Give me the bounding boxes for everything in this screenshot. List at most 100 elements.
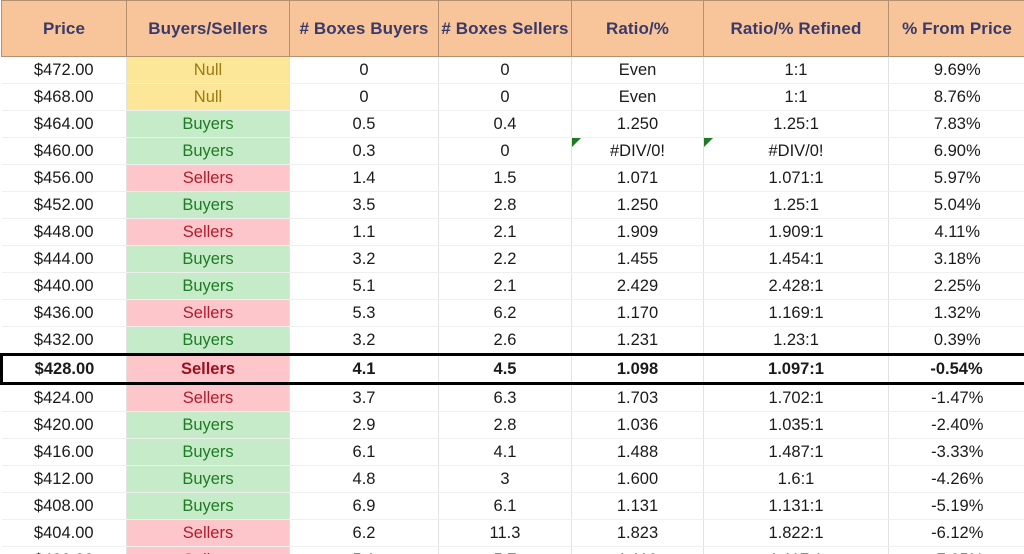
cell-pct-from-price[interactable]: 5.97% (888, 164, 1024, 192)
column-header-ratio[interactable]: Ratio/% (571, 0, 704, 57)
cell-buyers-sellers[interactable]: Buyers (126, 492, 290, 520)
cell-price[interactable]: $412.00 (1, 465, 127, 493)
cell-price[interactable]: $424.00 (1, 383, 127, 412)
cell-pct-from-price[interactable]: -7.05% (888, 546, 1024, 554)
cell-price[interactable]: $464.00 (1, 110, 127, 138)
cell-price[interactable]: $448.00 (1, 218, 127, 246)
cell-price[interactable]: $404.00 (1, 519, 127, 547)
cell-pct-from-price[interactable]: 8.76% (888, 83, 1024, 111)
cell-buyers-sellers[interactable]: Sellers (126, 353, 290, 385)
cell-pct-from-price[interactable]: -0.54% (888, 353, 1024, 385)
table-row[interactable]: $404.00 Sellers 6.2 11.3 1.823 1.822:1 -6.12% (1, 519, 1024, 547)
cell-buyers-sellers[interactable]: Buyers (126, 465, 290, 493)
cell-buyers-sellers[interactable]: Buyers (126, 438, 290, 466)
cell-ratio-refined[interactable]: 1.454:1 (703, 245, 889, 273)
cell-buyers-sellers[interactable]: Sellers (126, 383, 290, 412)
cell-price[interactable]: $452.00 (1, 191, 127, 219)
cell-price[interactable]: $456.00 (1, 164, 127, 192)
cell-boxes-buyers[interactable]: 3.5 (289, 191, 439, 219)
table-row[interactable]: $416.00 Buyers 6.1 4.1 1.488 1.487:1 -3.33% (1, 438, 1024, 466)
cell-pct-from-price[interactable]: 7.83% (888, 110, 1024, 138)
cell-boxes-buyers[interactable]: 5.3 (289, 299, 439, 327)
cell-pct-from-price[interactable]: 4.11% (888, 218, 1024, 246)
cell-boxes-buyers[interactable]: 6.1 (289, 438, 439, 466)
table-row[interactable]: $400.00 Sellers 5.1 5.7 1.118 1.117:1 -7.05% (1, 546, 1024, 554)
cell-buyers-sellers[interactable]: Null (126, 56, 290, 84)
cell-price[interactable]: $432.00 (1, 326, 127, 355)
cell-buyers-sellers[interactable]: Sellers (126, 546, 290, 554)
cell-boxes-buyers[interactable]: 3.2 (289, 245, 439, 273)
cell-ratio[interactable]: 1.036 (571, 411, 704, 439)
table-row[interactable]: $412.00 Buyers 4.8 3 1.600 1.6:1 -4.26% (1, 465, 1024, 493)
cell-boxes-sellers[interactable]: 0 (438, 137, 572, 165)
cell-buyers-sellers[interactable]: Buyers (126, 137, 290, 165)
cell-ratio-refined[interactable]: 1.909:1 (703, 218, 889, 246)
cell-buyers-sellers[interactable]: Buyers (126, 326, 290, 355)
cell-boxes-sellers[interactable]: 4.5 (438, 353, 572, 385)
cell-pct-from-price[interactable]: -4.26% (888, 465, 1024, 493)
cell-price[interactable]: $440.00 (1, 272, 127, 300)
cell-ratio-refined[interactable]: 1.487:1 (703, 438, 889, 466)
cell-boxes-buyers[interactable]: 4.8 (289, 465, 439, 493)
cell-boxes-sellers[interactable]: 5.7 (438, 546, 572, 554)
cell-ratio-refined[interactable]: 1.071:1 (703, 164, 889, 192)
cell-price[interactable]: $400.00 (1, 546, 127, 554)
cell-boxes-buyers[interactable]: 0.3 (289, 137, 439, 165)
column-header-boxes-buyers[interactable]: # Boxes Buyers (289, 0, 439, 57)
cell-boxes-sellers[interactable]: 0 (438, 56, 572, 84)
cell-ratio-refined[interactable]: 1.25:1 (703, 110, 889, 138)
table-row[interactable]: $420.00 Buyers 2.9 2.8 1.036 1.035:1 -2.40% (1, 411, 1024, 439)
cell-price[interactable]: $416.00 (1, 438, 127, 466)
cell-buyers-sellers[interactable]: Sellers (126, 299, 290, 327)
cell-ratio[interactable]: 1.909 (571, 218, 704, 246)
column-header-buyers-sellers[interactable]: Buyers/Sellers (126, 0, 290, 57)
cell-ratio-refined[interactable]: 1.822:1 (703, 519, 889, 547)
cell-buyers-sellers[interactable]: Buyers (126, 411, 290, 439)
cell-boxes-sellers[interactable]: 0 (438, 83, 572, 111)
cell-ratio[interactable]: 2.429 (571, 272, 704, 300)
cell-pct-from-price[interactable]: 0.39% (888, 326, 1024, 355)
cell-boxes-buyers[interactable]: 5.1 (289, 272, 439, 300)
cell-buyers-sellers[interactable]: Sellers (126, 164, 290, 192)
cell-ratio-refined[interactable]: 1.25:1 (703, 191, 889, 219)
table-row[interactable]: $472.00 Null 0 0 Even 1:1 9.69% (1, 56, 1024, 84)
cell-boxes-sellers[interactable]: 2.8 (438, 411, 572, 439)
cell-boxes-buyers[interactable]: 1.1 (289, 218, 439, 246)
cell-pct-from-price[interactable]: -5.19% (888, 492, 1024, 520)
cell-buyers-sellers[interactable]: Buyers (126, 272, 290, 300)
cell-pct-from-price[interactable]: 1.32% (888, 299, 1024, 327)
cell-ratio[interactable]: 1.455 (571, 245, 704, 273)
cell-ratio[interactable]: Even (571, 83, 704, 111)
cell-ratio-refined[interactable]: 1.097:1 (703, 353, 889, 385)
cell-pct-from-price[interactable]: -6.12% (888, 519, 1024, 547)
cell-price[interactable]: $436.00 (1, 299, 127, 327)
table-row[interactable]: $460.00 Buyers 0.3 0 #DIV/0! #DIV/0! 6.90% (1, 137, 1024, 165)
cell-boxes-buyers[interactable]: 0 (289, 56, 439, 84)
cell-boxes-sellers[interactable]: 1.5 (438, 164, 572, 192)
cell-pct-from-price[interactable]: 2.25% (888, 272, 1024, 300)
cell-boxes-sellers[interactable]: 2.6 (438, 326, 572, 355)
cell-ratio[interactable]: 1.098 (571, 353, 704, 385)
table-row[interactable]: $428.00 Sellers 4.1 4.5 1.098 1.097:1 -0.54% (0, 353, 1024, 385)
cell-pct-from-price[interactable]: 5.04% (888, 191, 1024, 219)
table-row[interactable]: $456.00 Sellers 1.4 1.5 1.071 1.071:1 5.97% (1, 164, 1024, 192)
cell-buyers-sellers[interactable]: Buyers (126, 245, 290, 273)
table-row[interactable]: $440.00 Buyers 5.1 2.1 2.429 2.428:1 2.25% (1, 272, 1024, 300)
cell-buyers-sellers[interactable]: Null (126, 83, 290, 111)
cell-ratio[interactable]: 1.170 (571, 299, 704, 327)
cell-boxes-sellers[interactable]: 2.2 (438, 245, 572, 273)
cell-ratio-refined[interactable]: #DIV/0! (703, 137, 889, 165)
cell-ratio[interactable]: 1.600 (571, 465, 704, 493)
cell-boxes-buyers[interactable]: 4.1 (289, 353, 439, 385)
cell-boxes-buyers[interactable]: 6.2 (289, 519, 439, 547)
cell-ratio[interactable]: 1.823 (571, 519, 704, 547)
cell-ratio-refined[interactable]: 1.6:1 (703, 465, 889, 493)
cell-ratio[interactable]: Even (571, 56, 704, 84)
cell-ratio-refined[interactable]: 1.702:1 (703, 383, 889, 412)
cell-pct-from-price[interactable]: 9.69% (888, 56, 1024, 84)
cell-boxes-sellers[interactable]: 2.1 (438, 272, 572, 300)
column-header-pct-from-price[interactable]: % From Price (888, 0, 1024, 57)
cell-boxes-buyers[interactable]: 2.9 (289, 411, 439, 439)
cell-ratio[interactable]: #DIV/0! (571, 137, 704, 165)
cell-price[interactable]: $460.00 (1, 137, 127, 165)
